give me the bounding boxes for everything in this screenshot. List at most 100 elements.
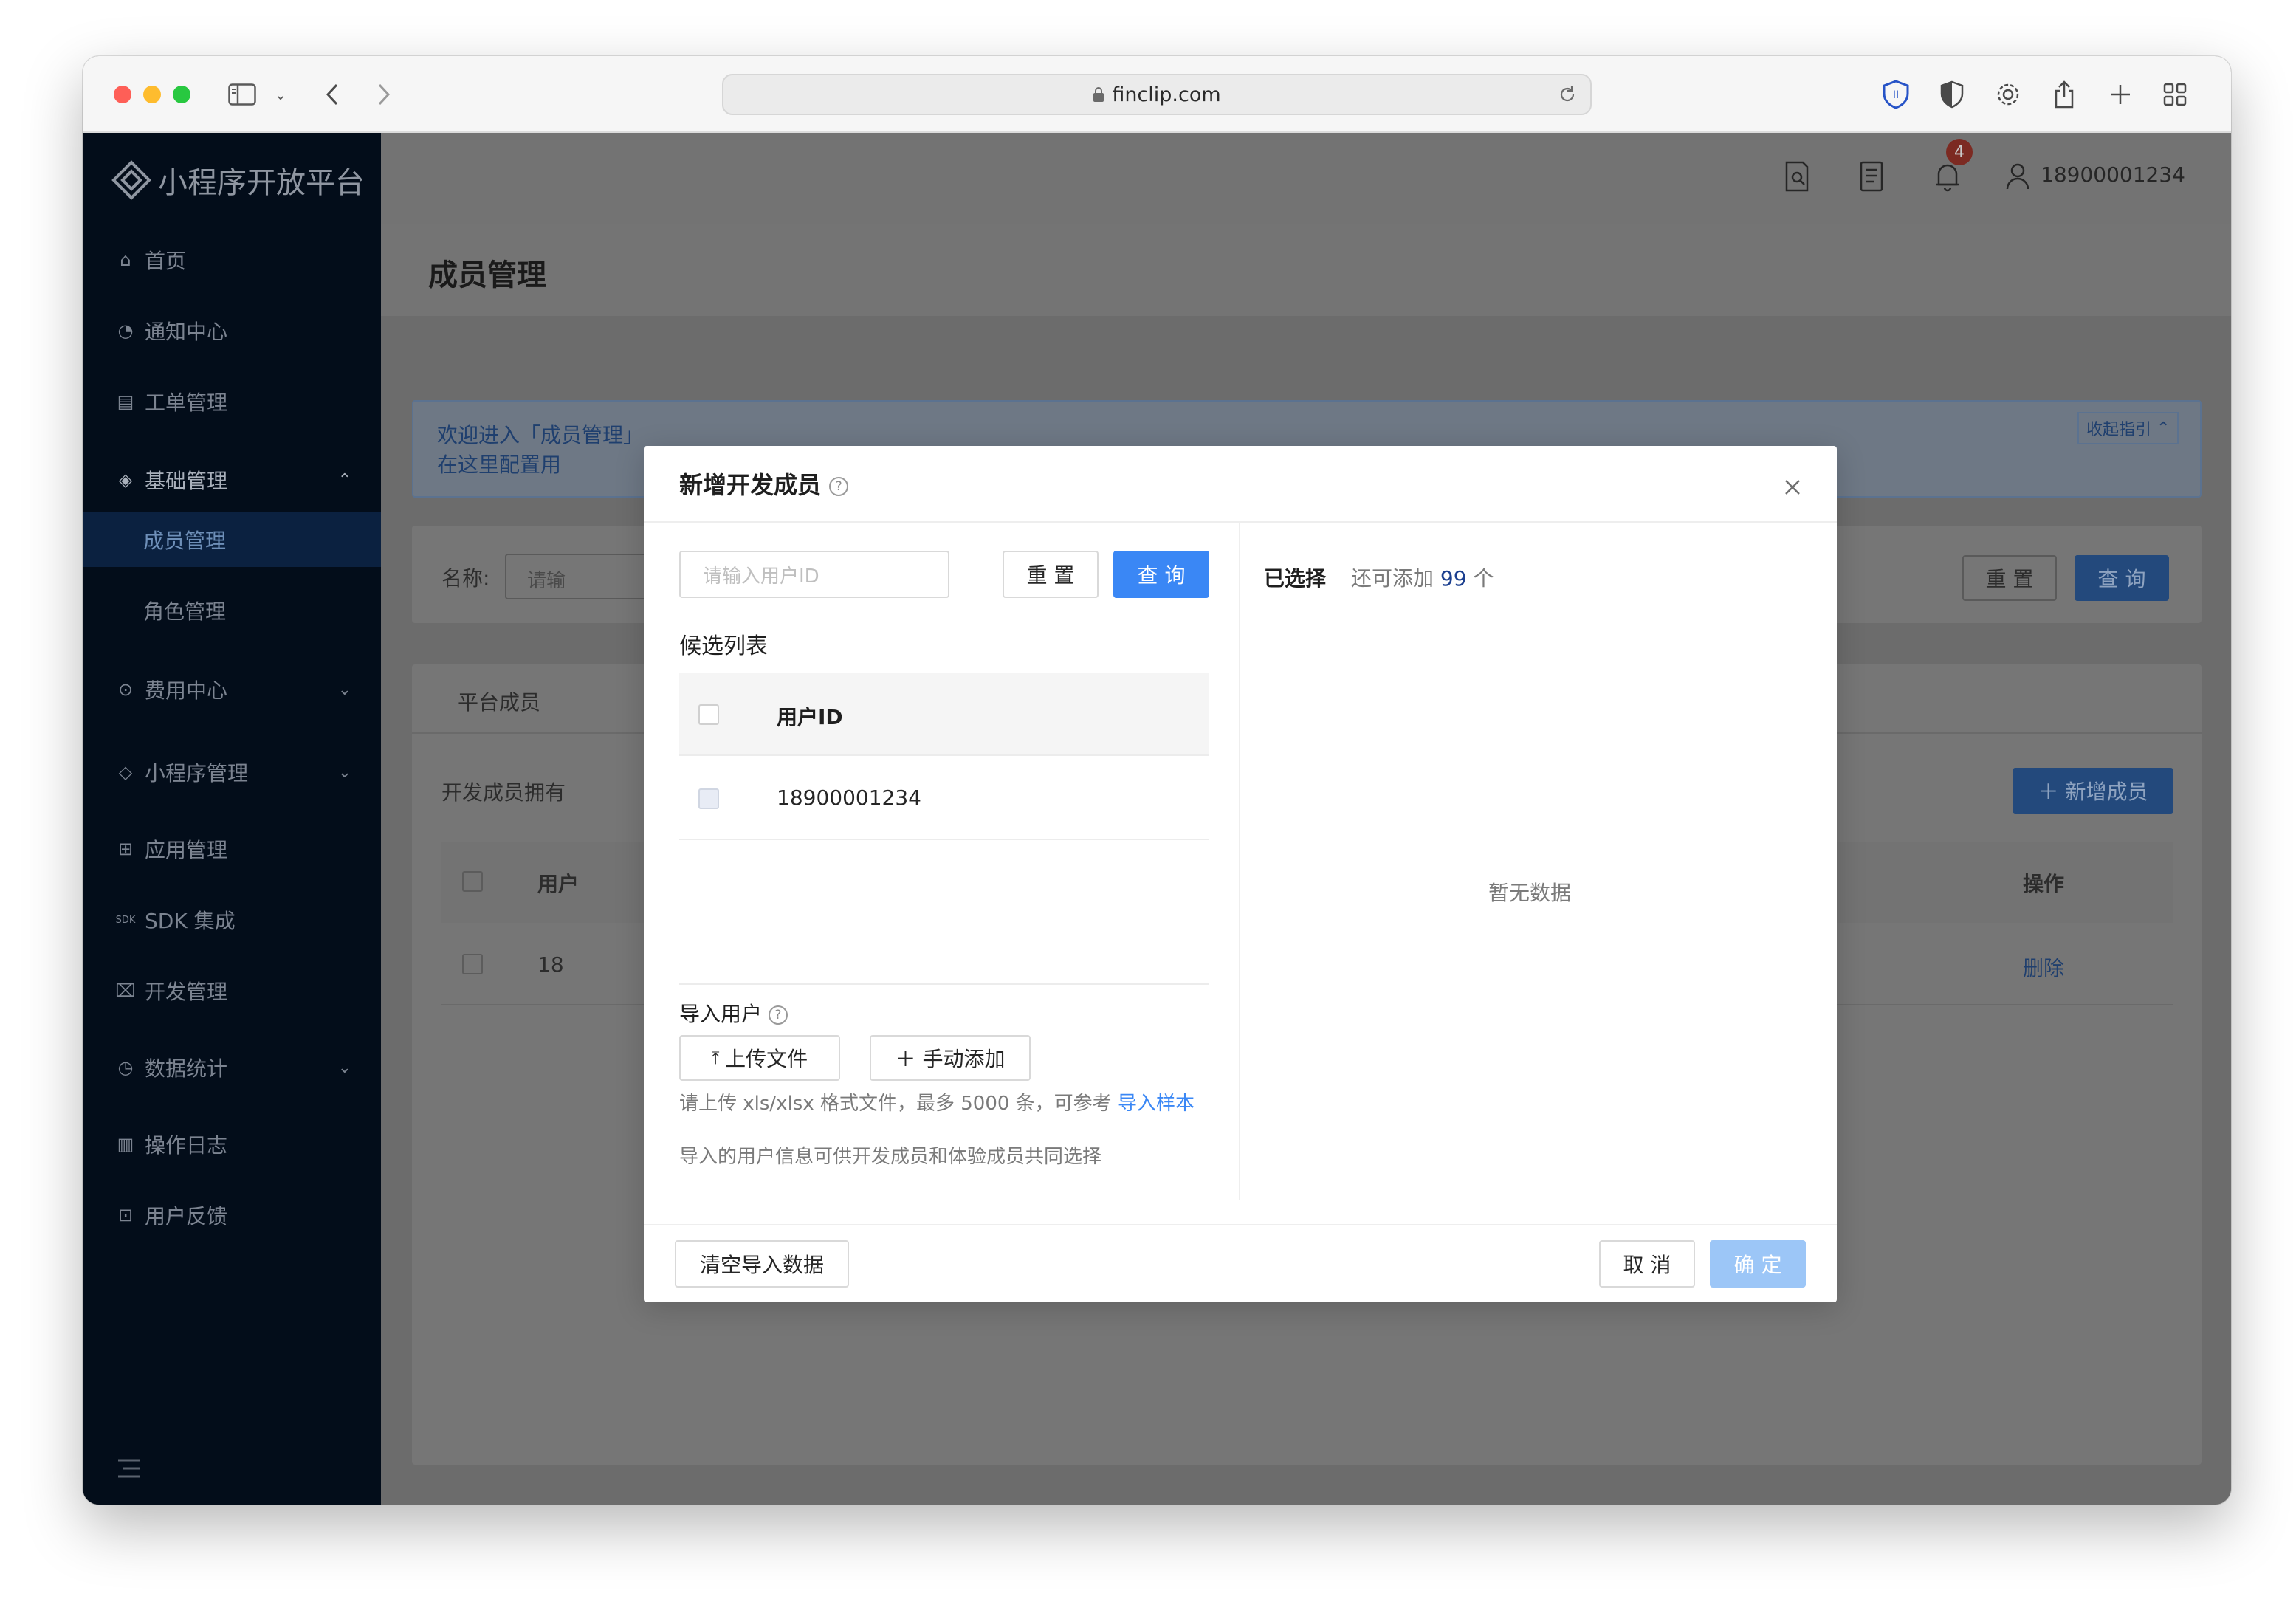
url-text: finclip.com	[1112, 83, 1221, 106]
share-icon[interactable]	[2048, 77, 2080, 112]
svg-text:II: II	[1893, 89, 1899, 101]
empty-state-text: 暂无数据	[1488, 881, 1572, 905]
candidate-row: 18900001234	[679, 756, 1209, 840]
search-query-button[interactable]: 查 询	[1113, 551, 1209, 598]
new-tab-icon[interactable]	[2104, 77, 2137, 112]
remaining-count: 还可添加 99 个	[1351, 563, 1494, 592]
log-icon: ▥	[117, 1134, 134, 1155]
filter-reset-button[interactable]: 重 置	[1962, 555, 2057, 601]
back-icon[interactable]	[317, 77, 347, 112]
sidebar-item-apps[interactable]: ⊞ 应用管理	[83, 827, 381, 871]
help-icon[interactable]: ?	[768, 1005, 788, 1025]
address-bar[interactable]: finclip.com	[722, 74, 1592, 115]
feedback-icon: ⊡	[117, 1205, 134, 1225]
remaining-number: 99	[1440, 566, 1467, 591]
select-all-checkbox[interactable]	[462, 871, 483, 892]
filter-query-button[interactable]: 查 询	[2075, 555, 2169, 601]
row-checkbox[interactable]	[698, 788, 719, 809]
sidebar-item-roles[interactable]: 角色管理	[83, 583, 381, 638]
sidebar-toggle-icon[interactable]	[226, 77, 258, 112]
browser-toolbar: ⌄ finclip.com II	[83, 56, 2231, 133]
sidebar-item-tickets[interactable]: ▤ 工单管理	[83, 379, 381, 424]
pie-icon: ◷	[117, 1057, 134, 1078]
plus-icon: ＋	[2038, 780, 2066, 804]
forward-icon[interactable]	[369, 77, 399, 112]
sidebar-item-label: 工单管理	[145, 391, 228, 415]
user-icon	[2005, 162, 2030, 193]
sidebar-item-feedback[interactable]: ⊡ 用户反馈	[83, 1193, 381, 1237]
sidebar: 小程序开放平台 ⌂ 首页 ◔ 通知中心 ▤ 工单管理 ◈ 基础管理 ⌃ 成员管理 角色管…	[83, 133, 381, 1505]
delete-link[interactable]: 删除	[2023, 952, 2064, 982]
banner-line-2: 在这里配置用	[437, 453, 562, 477]
chevron-down-icon[interactable]: ⌄	[272, 77, 289, 112]
logo-icon	[111, 160, 151, 200]
search-doc-icon[interactable]	[1784, 161, 1810, 195]
add-member-button[interactable]: ＋ 新增成员	[2013, 768, 2173, 814]
section-divider	[679, 983, 1209, 985]
remaining-suffix: 个	[1473, 566, 1494, 591]
row-checkbox[interactable]	[462, 954, 483, 974]
tab-platform-members[interactable]: 平台成员	[458, 687, 540, 716]
document-icon[interactable]	[1859, 161, 1884, 195]
privacy-shield-icon[interactable]	[1936, 77, 1968, 112]
search-reset-button[interactable]: 重 置	[1003, 551, 1099, 598]
import-shared-note: 导入的用户信息可供开发成员和体验成员共同选择	[679, 1146, 1102, 1168]
footer-divider	[644, 1224, 1837, 1225]
sidebar-item-statistics[interactable]: ◷ 数据统计 ⌄	[83, 1045, 381, 1090]
row-user-id: 18	[537, 952, 564, 977]
close-icon[interactable]	[1784, 478, 1801, 499]
upload-file-button[interactable]: ⤒ 上传文件	[679, 1035, 840, 1081]
collapse-guide-button[interactable]: 收起指引 ⌃	[2077, 412, 2179, 444]
sidebar-item-label: 用户反馈	[145, 1204, 228, 1228]
sidebar-item-label: 费用中心	[145, 678, 228, 703]
page-header: 成员管理	[381, 224, 2231, 316]
minimize-window-button[interactable]	[143, 86, 161, 103]
ticket-icon: ▤	[117, 391, 134, 412]
sidebar-item-label: 数据统计	[145, 1056, 228, 1081]
column-header-user-id: 用户ID	[777, 705, 843, 729]
zoom-window-button[interactable]	[173, 86, 190, 103]
coin-icon: ⊙	[117, 679, 134, 700]
shield-extension-icon[interactable]: II	[1880, 77, 1912, 112]
column-header-user: 用户	[537, 872, 580, 896]
sidebar-item-miniprogram[interactable]: ◇ 小程序管理 ⌄	[83, 750, 381, 794]
sidebar-item-label: 首页	[145, 249, 187, 273]
sidebar-item-label: 通知中心	[145, 320, 228, 344]
reload-icon[interactable]	[1558, 85, 1577, 104]
user-id-search-input[interactable]: 请输入用户ID	[679, 551, 949, 598]
help-icon[interactable]: ?	[829, 477, 849, 496]
code-icon: ⌧	[115, 980, 136, 1001]
bell-icon[interactable]	[1934, 161, 1961, 195]
sidebar-item-billing[interactable]: ⊙ 费用中心 ⌄	[83, 667, 381, 712]
home-icon: ⌂	[120, 250, 131, 270]
sidebar-item-basic-management[interactable]: ◈ 基础管理 ⌃	[83, 458, 381, 502]
tab-overview-icon[interactable]	[2159, 77, 2191, 112]
banner-line-1: 欢迎进入「成员管理」	[437, 423, 645, 447]
sidebar-item-logs[interactable]: ▥ 操作日志	[83, 1122, 381, 1166]
sidebar-item-label: SDK 集成	[145, 909, 236, 933]
username[interactable]: 18900001234	[2041, 162, 2185, 187]
sdk-icon: SDK	[115, 914, 136, 926]
sidebar-item-label: 应用管理	[145, 838, 228, 862]
sidebar-item-dev-management[interactable]: ⌧ 开发管理	[83, 969, 381, 1013]
import-sample-link[interactable]: 导入样本	[1118, 1093, 1195, 1115]
sidebar-item-home[interactable]: ⌂ 首页	[83, 238, 381, 282]
manual-add-button[interactable]: ＋ 手动添加	[870, 1035, 1031, 1081]
sidebar-item-members[interactable]: 成员管理	[83, 512, 381, 567]
sidebar-item-label: 小程序管理	[145, 761, 249, 785]
clear-import-button[interactable]: 清空导入数据	[675, 1240, 849, 1288]
collapse-guide-label: 收起指引	[2086, 421, 2152, 439]
cancel-button[interactable]: 取 消	[1599, 1240, 1695, 1288]
upload-hint: 请上传 xls/xlsx 格式文件，最多 5000 条，可参考 导入样本	[679, 1091, 1211, 1116]
chevron-up-icon: ⌃	[337, 470, 351, 489]
dev-member-description: 开发成员拥有	[441, 780, 566, 805]
selected-label: 已选择	[1264, 566, 1327, 591]
confirm-button[interactable]: 确 定	[1710, 1240, 1806, 1288]
logo[interactable]: 小程序开放平台	[111, 154, 365, 207]
select-all-checkbox[interactable]	[698, 704, 719, 725]
menu-collapse-icon[interactable]	[117, 1457, 142, 1479]
sidebar-item-sdk[interactable]: SDK SDK 集成	[83, 898, 381, 942]
gear-icon[interactable]	[1992, 77, 2024, 112]
close-window-button[interactable]	[114, 86, 131, 103]
sidebar-item-notifications[interactable]: ◔ 通知中心	[83, 309, 381, 353]
